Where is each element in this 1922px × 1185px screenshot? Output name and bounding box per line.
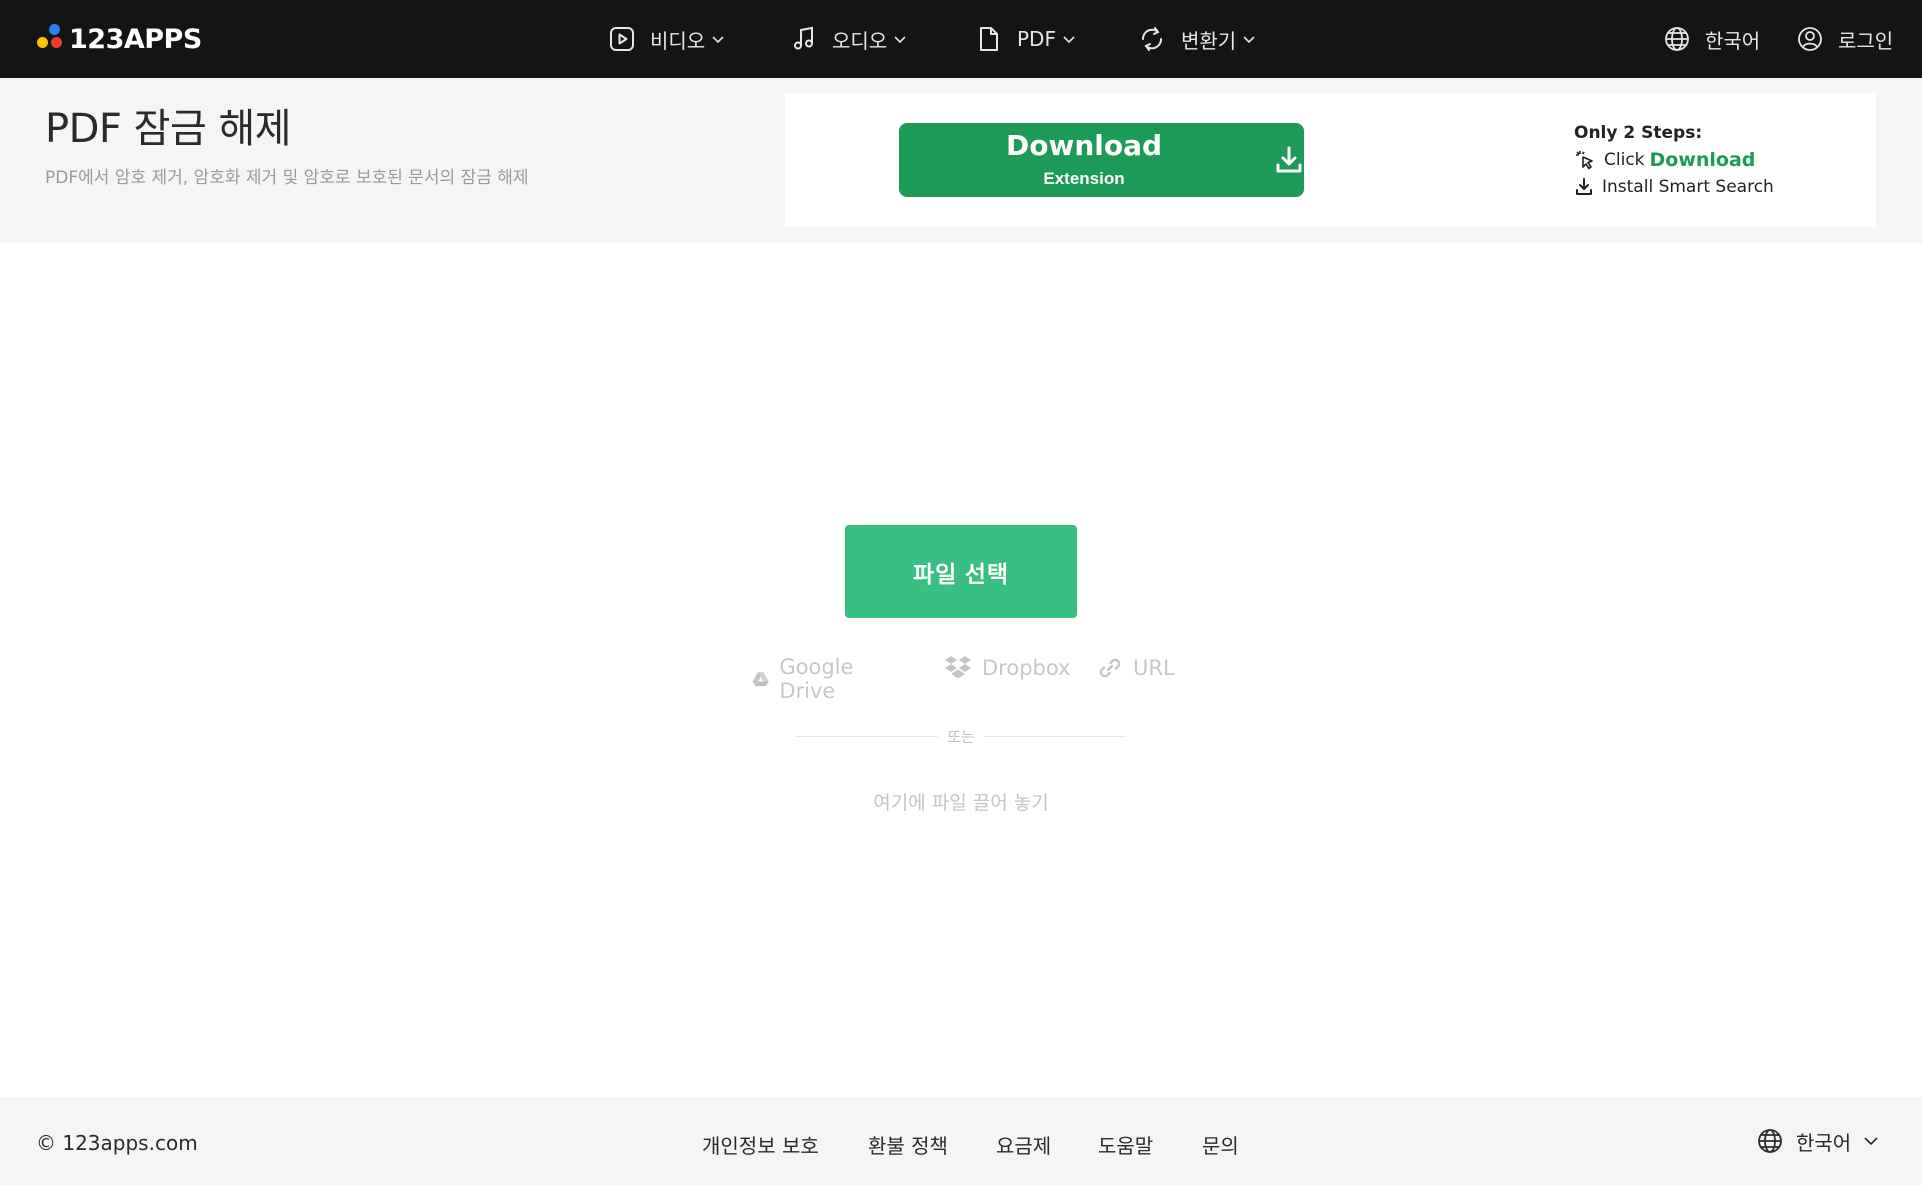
logo[interactable]: 123APPS <box>35 22 202 56</box>
page-subtitle: PDF에서 암호 제거, 암호화 제거 및 암호로 보호된 문서의 잠금 해제 <box>45 168 529 188</box>
convert-arrows-icon <box>1141 27 1163 51</box>
chevron-down-icon <box>712 36 724 44</box>
globe-icon <box>1665 27 1689 51</box>
google-drive-source[interactable]: Google Drive <box>752 655 864 703</box>
chevron-down-icon <box>1864 1137 1878 1146</box>
page-title: PDF 잠금 해제 <box>45 106 292 152</box>
footer-link-contact[interactable]: 문의 <box>1202 1130 1239 1159</box>
step1-prefix: Click <box>1604 150 1645 170</box>
nav-audio-label: 오디오 <box>832 28 888 53</box>
nav-converter-label: 변환기 <box>1181 28 1237 53</box>
url-label: URL <box>1133 656 1175 680</box>
chevron-down-icon <box>1063 36 1075 44</box>
download-button-title: Download <box>1005 129 1163 162</box>
dropbox-source[interactable]: Dropbox <box>944 655 1070 681</box>
google-drive-icon <box>752 672 769 687</box>
footer-link-privacy[interactable]: 개인정보 보호 <box>702 1130 819 1159</box>
footer-link-help[interactable]: 도움말 <box>1098 1130 1153 1159</box>
nav-video-menu[interactable]: 비디오 <box>608 0 725 78</box>
link-icon <box>1099 658 1121 678</box>
chevron-down-icon <box>894 36 906 44</box>
nav-converter-menu[interactable]: 변환기 <box>1137 0 1256 78</box>
download-icon <box>1576 178 1592 195</box>
drop-zone-hint: 여기에 파일 끌어 놓기 <box>873 792 1049 814</box>
dropbox-label: Dropbox <box>982 656 1071 680</box>
language-selector[interactable]: 한국어 <box>1663 0 1760 78</box>
divider-line-left <box>796 736 938 737</box>
step2-label: Install Smart Search <box>1602 177 1774 197</box>
video-play-icon <box>610 27 634 51</box>
logo-text: 123APPS <box>69 23 202 55</box>
or-divider: 또는 <box>947 728 975 746</box>
google-drive-label: Google Drive <box>779 655 854 703</box>
download-icon <box>1276 146 1302 173</box>
copyright: © 123apps.com <box>36 1131 198 1155</box>
login-label: 로그인 <box>1838 28 1894 53</box>
download-button-subtitle: Extension <box>1043 169 1125 188</box>
user-circle-icon <box>1798 27 1822 51</box>
document-icon <box>980 27 998 51</box>
nav-video-label: 비디오 <box>650 28 706 53</box>
globe-icon <box>1758 1129 1782 1153</box>
cursor-click-icon <box>1576 151 1593 170</box>
steps-heading: Only 2 Steps: <box>1574 123 1703 143</box>
footer-language-selector[interactable]: 한국어 <box>1756 1126 1879 1156</box>
choose-file-button[interactable]: 파일 선택 <box>845 525 1077 618</box>
login-button[interactable]: 로그인 <box>1796 0 1893 78</box>
footer <box>0 1097 1922 1185</box>
top-navigation-bar: 123APPS 비디오 오디오 PDF 변환기 한국어 로그인 <box>0 0 1922 78</box>
music-note-icon <box>794 26 813 50</box>
chevron-down-icon <box>1243 36 1255 44</box>
app-page: 123APPS 비디오 오디오 PDF 변환기 한국어 로그인 PDF 잠금 해… <box>0 0 1922 1185</box>
step-click-download: Click Download <box>1574 149 1834 171</box>
footer-link-refund[interactable]: 환불 정책 <box>868 1130 948 1159</box>
download-extension-button[interactable]: Download Extension <box>899 123 1304 197</box>
language-label: 한국어 <box>1705 28 1761 53</box>
dropbox-icon <box>945 656 971 679</box>
nav-pdf-label: PDF <box>1017 27 1056 51</box>
url-source[interactable]: URL <box>1097 655 1175 681</box>
footer-link-pricing[interactable]: 요금제 <box>996 1130 1051 1159</box>
install-steps: Only 2 Steps: Click Download Install Sma… <box>1574 123 1834 197</box>
nav-pdf-menu[interactable]: PDF <box>975 0 1076 78</box>
extension-promo-banner: Download Extension Only 2 Steps: Click D… <box>785 93 1876 227</box>
logo-dots-icon <box>35 22 65 56</box>
divider-line-right <box>984 736 1126 737</box>
step1-highlight: Download <box>1649 149 1756 171</box>
step-install: Install Smart Search <box>1574 177 1834 197</box>
nav-audio-menu[interactable]: 오디오 <box>790 0 907 78</box>
footer-language-label: 한국어 <box>1796 1130 1852 1155</box>
